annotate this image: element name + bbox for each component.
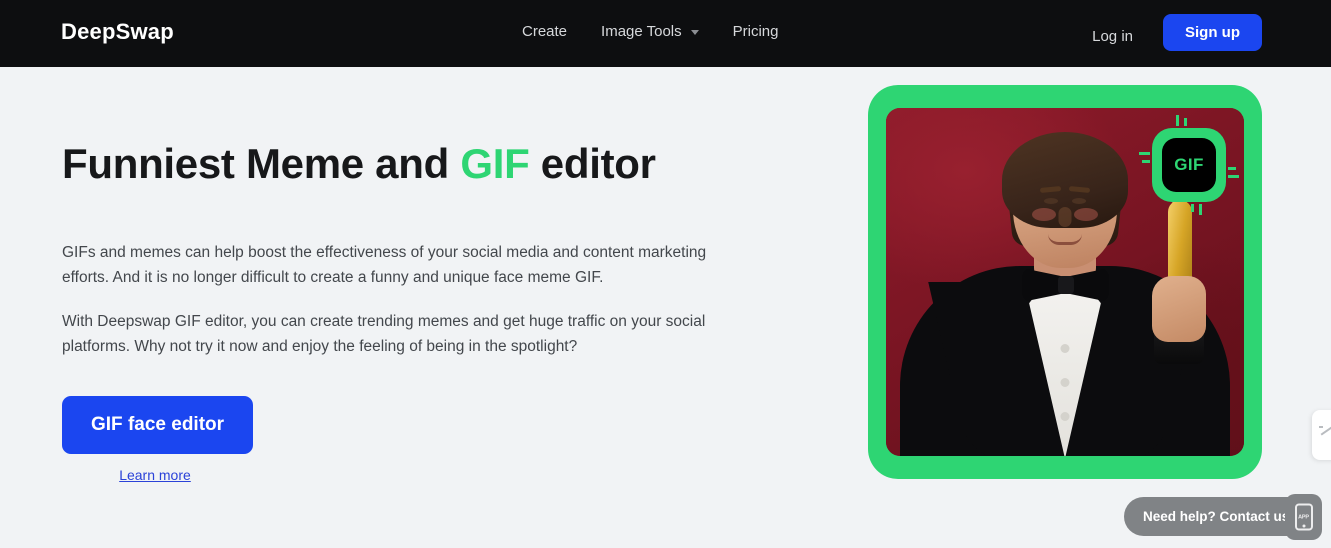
badge-tick xyxy=(1199,204,1202,215)
gif-badge-icon: GIF xyxy=(1139,115,1239,215)
nav-label-image-tools: Image Tools xyxy=(601,23,682,40)
app-icon-label: APP xyxy=(1298,514,1309,520)
main-navigation: Create Image Tools Pricing xyxy=(505,18,796,45)
badge-tick xyxy=(1176,115,1179,126)
brand-logo[interactable]: DeepSwap xyxy=(61,19,174,45)
chevron-down-icon xyxy=(690,30,699,35)
badge-tick xyxy=(1139,152,1150,155)
badge-tick xyxy=(1228,167,1236,170)
nose xyxy=(1058,207,1072,227)
hero-paragraph-1: GIFs and memes can help boost the effect… xyxy=(62,244,707,287)
login-link[interactable]: Log in xyxy=(1092,20,1133,45)
shirt-button xyxy=(1060,378,1070,387)
eye-right xyxy=(1072,198,1086,204)
nav-label-create: Create xyxy=(522,23,568,40)
shirt-button xyxy=(1060,412,1070,421)
mobile-phone-icon: APP xyxy=(1294,503,1313,531)
badge-tick xyxy=(1142,160,1150,163)
cheek-left xyxy=(1032,208,1056,221)
signup-button[interactable]: Sign up xyxy=(1163,14,1262,51)
nav-item-image-tools[interactable]: Image Tools xyxy=(584,18,716,45)
nav-label-pricing: Pricing xyxy=(732,23,779,40)
badge-tick xyxy=(1184,118,1187,126)
badge-tick xyxy=(1228,175,1239,178)
badge-tick xyxy=(1191,204,1194,212)
learn-more-wrapper: Learn more xyxy=(62,467,248,485)
eye-left xyxy=(1044,198,1058,204)
hero-text-column: Funniest Meme and GIF editor GIFs and me… xyxy=(62,140,762,485)
hero-media-frame: GIF xyxy=(868,85,1262,479)
side-tab-handle[interactable] xyxy=(1312,410,1331,460)
hero-paragraph-2: With Deepswap GIF editor, you can create… xyxy=(62,312,706,355)
app-download-button[interactable]: APP xyxy=(1285,494,1322,540)
headline-part-after: editor xyxy=(529,140,656,187)
hand-holding-statuette xyxy=(1152,276,1206,342)
site-header: DeepSwap Create Image Tools Pricing Log … xyxy=(0,0,1331,67)
auth-actions: Log in Sign up xyxy=(1092,14,1262,51)
cheek-right xyxy=(1074,208,1098,221)
headline-accent-gif: GIF xyxy=(460,140,530,187)
bow-tie-knot xyxy=(1058,276,1074,294)
gif-face-editor-button[interactable]: GIF face editor xyxy=(62,395,254,454)
page-root: DeepSwap Create Image Tools Pricing Log … xyxy=(0,0,1331,548)
learn-more-link[interactable]: Learn more xyxy=(119,467,191,483)
shirt-button xyxy=(1060,344,1070,353)
nav-item-pricing[interactable]: Pricing xyxy=(716,18,796,45)
nav-item-create[interactable]: Create xyxy=(505,18,584,45)
hero-photo: GIF xyxy=(886,108,1244,456)
page-title: Funniest Meme and GIF editor xyxy=(62,140,762,188)
gif-badge-label: GIF xyxy=(1162,138,1216,192)
headline-part-before: Funniest Meme and xyxy=(62,140,461,187)
